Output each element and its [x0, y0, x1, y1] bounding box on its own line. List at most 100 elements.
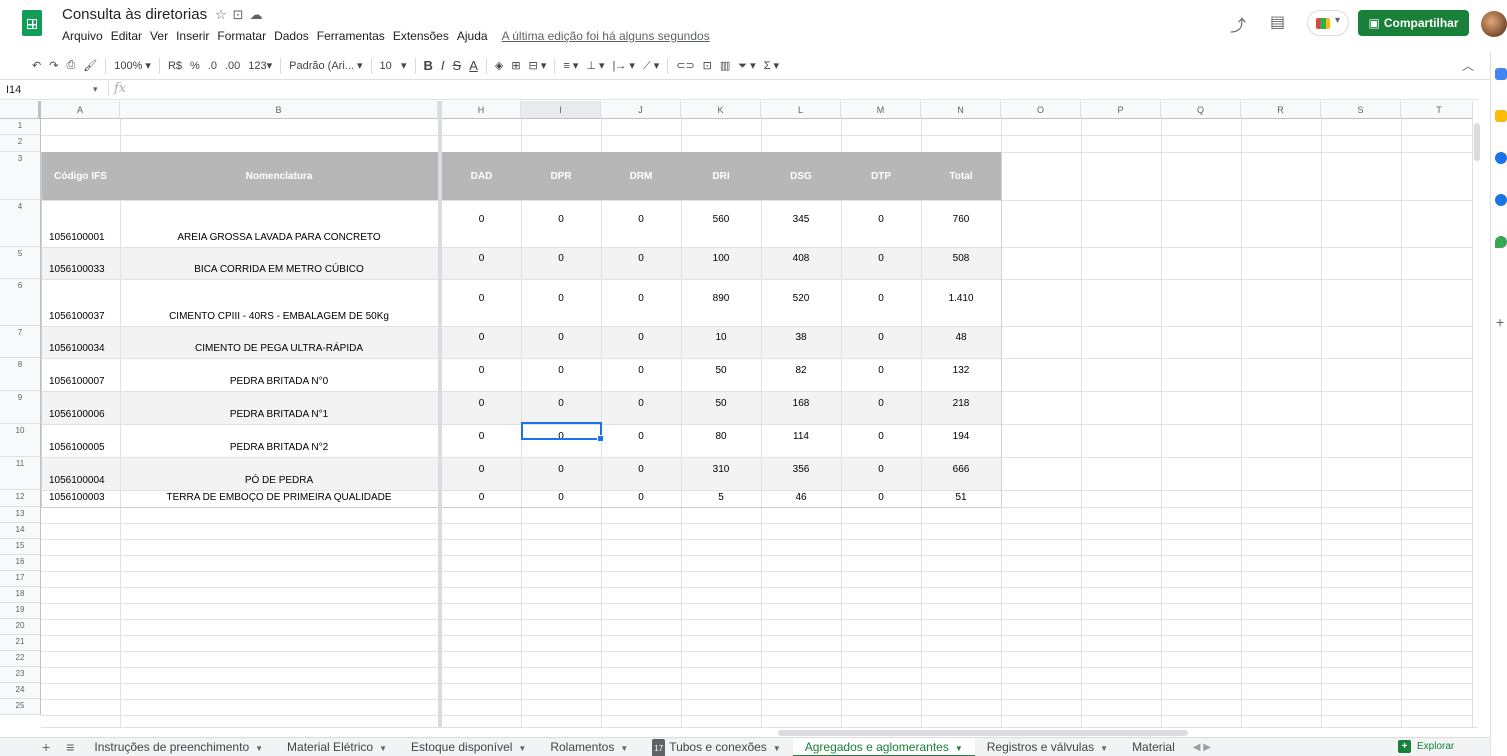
menu-ver[interactable]: Ver — [150, 29, 168, 43]
increase-decimal-button[interactable]: .00 — [221, 60, 244, 72]
value-cell[interactable]: 0 — [442, 332, 521, 343]
value-cell[interactable]: 666 — [921, 464, 1001, 475]
sheet-tab[interactable]: Registros e válvulas ▼ — [975, 738, 1120, 756]
vertical-scroll-thumb[interactable] — [1474, 123, 1480, 161]
calendar-icon[interactable] — [1495, 68, 1507, 80]
column-header[interactable]: B — [120, 101, 438, 119]
keep-icon[interactable] — [1495, 110, 1507, 122]
menu-extensoes[interactable]: Extensões — [393, 29, 449, 43]
chevron-down-icon[interactable]: ▼ — [255, 744, 263, 753]
value-cell[interactable]: 100 — [681, 253, 761, 264]
menu-inserir[interactable]: Inserir — [176, 29, 209, 43]
column-header[interactable]: S — [1321, 101, 1401, 119]
column-header[interactable]: L — [761, 101, 841, 119]
document-title[interactable]: Consulta às diretorias — [62, 6, 207, 23]
sheets-logo-icon[interactable] — [22, 10, 42, 36]
cloud-status-icon[interactable]: ☁ — [250, 7, 269, 22]
value-cell[interactable]: 50 — [681, 365, 761, 376]
value-cell[interactable]: 0 — [841, 253, 921, 264]
activity-trend-icon[interactable]: ⤴ — [1230, 12, 1246, 36]
column-header[interactable]: N — [921, 101, 1001, 119]
row-header[interactable]: 20 — [0, 619, 41, 635]
vertical-align-icon[interactable]: ⊥ ▾ — [582, 59, 608, 72]
row-header[interactable]: 10 — [0, 424, 41, 457]
all-sheets-icon[interactable]: ≡ — [58, 739, 82, 755]
value-cell[interactable]: 0 — [841, 492, 921, 503]
menu-ajuda[interactable]: Ajuda — [457, 29, 488, 43]
menu-arquivo[interactable]: Arquivo — [62, 29, 103, 43]
value-cell[interactable]: 345 — [761, 214, 841, 225]
value-cell[interactable]: 0 — [521, 492, 601, 503]
paint-format-icon[interactable]: 🖌 — [79, 59, 101, 72]
name-cell[interactable]: PEDRA BRITADA N°1 — [120, 409, 438, 420]
value-cell[interactable]: 0 — [601, 464, 681, 475]
row-header[interactable]: 11 — [0, 457, 41, 490]
column-header[interactable]: K — [681, 101, 761, 119]
value-cell[interactable]: 1.410 — [921, 293, 1001, 304]
menu-editar[interactable]: Editar — [111, 29, 142, 43]
menu-dados[interactable]: Dados — [274, 29, 309, 43]
value-cell[interactable]: 168 — [761, 398, 841, 409]
row-header[interactable]: 2 — [0, 135, 41, 152]
filter-icon[interactable]: ⏷ ▾ — [734, 59, 759, 73]
value-cell[interactable]: 0 — [442, 398, 521, 409]
value-cell[interactable]: 0 — [442, 492, 521, 503]
more-formats-button[interactable]: 123▾ — [244, 59, 276, 72]
value-cell[interactable]: 114 — [761, 431, 841, 442]
percent-format-button[interactable]: % — [186, 60, 204, 72]
value-cell[interactable]: 0 — [521, 253, 601, 264]
value-cell[interactable]: 0 — [601, 214, 681, 225]
tasks-icon[interactable] — [1495, 152, 1507, 164]
value-cell[interactable]: 560 — [681, 214, 761, 225]
value-cell[interactable]: 0 — [601, 398, 681, 409]
code-cell[interactable]: 1056100033 — [41, 264, 120, 275]
value-cell[interactable]: 0 — [521, 214, 601, 225]
functions-button[interactable]: Σ ▾ — [760, 59, 783, 72]
text-wrap-icon[interactable]: |→ ▾ — [609, 59, 639, 72]
name-cell[interactable]: TERRA DE EMBOÇO DE PRIMEIRA QUALIDADE — [120, 492, 438, 503]
value-cell[interactable]: 50 — [681, 398, 761, 409]
row-header[interactable]: 25 — [0, 699, 41, 715]
chevron-down-icon[interactable]: ▼ — [379, 744, 387, 753]
value-cell[interactable]: 356 — [761, 464, 841, 475]
text-color-button[interactable]: A — [465, 58, 482, 73]
row-header[interactable]: 17 — [0, 571, 41, 587]
selected-cell[interactable] — [521, 422, 604, 442]
value-cell[interactable]: 0 — [601, 492, 681, 503]
value-cell[interactable]: 0 — [841, 464, 921, 475]
name-box[interactable]: I14 — [6, 84, 106, 96]
row-header[interactable]: 7 — [0, 326, 41, 358]
print-icon[interactable]: ⎙ — [62, 59, 79, 72]
menu-formatar[interactable]: Formatar — [217, 29, 266, 43]
bold-button[interactable]: B — [420, 58, 437, 73]
last-edit-link[interactable]: A última edição foi há alguns segundos — [502, 29, 710, 43]
chevron-down-icon[interactable]: ▼ — [518, 744, 526, 753]
value-cell[interactable]: 0 — [601, 332, 681, 343]
value-cell[interactable]: 508 — [921, 253, 1001, 264]
value-cell[interactable]: 760 — [921, 214, 1001, 225]
value-cell[interactable]: 194 — [921, 431, 1001, 442]
decrease-decimal-button[interactable]: .0 — [204, 60, 221, 72]
name-cell[interactable]: BICA CORRIDA EM METRO CÚBICO — [120, 264, 438, 275]
horizontal-scrollbar[interactable] — [41, 727, 1478, 736]
row-header[interactable]: 8 — [0, 358, 41, 391]
value-cell[interactable]: 132 — [921, 365, 1001, 376]
value-cell[interactable]: 408 — [761, 253, 841, 264]
value-cell[interactable]: 51 — [921, 492, 1001, 503]
value-cell[interactable]: 0 — [442, 214, 521, 225]
insert-chart-icon[interactable]: ▥ — [716, 59, 734, 72]
name-box-dropdown-icon[interactable]: ▾ — [93, 84, 98, 95]
horizontal-align-icon[interactable]: ≡ ▾ — [559, 59, 582, 72]
strikethrough-button[interactable]: S — [449, 58, 466, 73]
row-header[interactable]: 6 — [0, 279, 41, 326]
undo-icon[interactable]: ↶ — [28, 59, 45, 72]
value-cell[interactable]: 0 — [521, 365, 601, 376]
sheet-tab[interactable]: Material — [1120, 738, 1187, 756]
borders-icon[interactable]: ⊞ — [507, 59, 524, 72]
value-cell[interactable]: 0 — [841, 214, 921, 225]
merge-cells-icon[interactable]: ⊟ ▾ — [525, 59, 551, 72]
add-sheet-icon[interactable]: + — [0, 739, 58, 755]
value-cell[interactable]: 0 — [841, 293, 921, 304]
name-cell[interactable]: CIMENTO CPIII - 40RS - EMBALAGEM DE 50Kg — [120, 311, 438, 322]
value-cell[interactable]: 0 — [601, 365, 681, 376]
